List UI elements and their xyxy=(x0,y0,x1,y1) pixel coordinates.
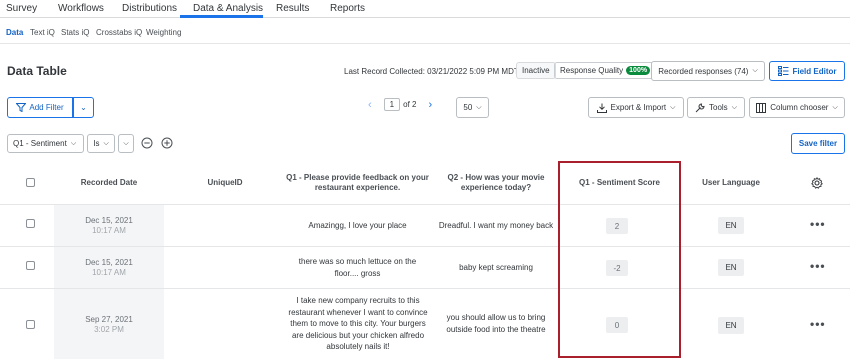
add-condition-icon[interactable] xyxy=(161,137,173,149)
q1-cell: Amazingg, I love your place xyxy=(308,220,407,230)
subtab-weighting[interactable]: Weighting xyxy=(146,28,181,37)
recorded-time: 3:02 PM xyxy=(94,324,124,334)
filter-field-value: Q1 - Sentiment xyxy=(13,139,67,148)
add-filter-dropdown[interactable]: ⌄ xyxy=(73,97,94,118)
recorded-time: 10:17 AM xyxy=(92,268,126,277)
filter-icon xyxy=(16,103,27,112)
recorded-date-cell: Dec 15, 2021 10:17 AM xyxy=(54,205,164,246)
filter-operator-select[interactable]: Is ⌵ xyxy=(87,134,115,153)
columns-icon xyxy=(756,102,767,113)
q1-cell: I take new company recruits to this rest… xyxy=(288,296,428,352)
page-title: Data Table xyxy=(7,64,67,78)
save-filter-button[interactable]: Save filter xyxy=(791,133,845,154)
remove-condition-icon[interactable] xyxy=(141,137,153,149)
status-label: Inactive xyxy=(522,66,550,75)
q2-cell: Dreadful. I want my money back xyxy=(438,220,554,230)
tab-data-analysis[interactable]: Data & Analysis xyxy=(193,3,263,14)
row-checkbox[interactable] xyxy=(26,219,35,228)
row-checkbox[interactable] xyxy=(26,320,35,329)
recorded-date-cell: Sep 27, 2021 3:02 PM xyxy=(54,289,164,359)
chevron-down-icon: ⌵ xyxy=(70,139,77,147)
add-filter-label: Add Filter xyxy=(29,103,64,112)
select-all-checkbox[interactable] xyxy=(26,178,35,187)
chevron-down-icon: ⌵ xyxy=(832,103,838,111)
filter-field-select[interactable]: Q1 - Sentiment ⌵ xyxy=(7,134,84,153)
sentiment-score-column-highlight xyxy=(558,161,681,358)
chevron-down-icon: ⌵ xyxy=(752,67,758,74)
user-language-value: EN xyxy=(718,259,744,276)
recorded-date-cell: Dec 15, 2021 10:17 AM xyxy=(54,247,164,288)
recorded-time: 10:17 AM xyxy=(92,226,126,235)
user-language-value: EN xyxy=(718,317,744,334)
q1-cell: there was so much lettuce on the floor..… xyxy=(298,256,417,278)
per-page-dropdown[interactable]: 50 ⌵ xyxy=(456,97,489,118)
column-header-user-language[interactable]: User Language xyxy=(686,163,776,203)
recorded-responses-dropdown[interactable]: Recorded responses (74) ⌵ xyxy=(651,61,765,81)
save-filter-label: Save filter xyxy=(798,139,838,148)
subtab-text-iq[interactable]: Text iQ xyxy=(30,28,55,37)
page-total-label: of 2 xyxy=(403,100,417,109)
tools-label: Tools xyxy=(709,103,728,112)
column-header-unique-id[interactable]: UniqueID xyxy=(170,163,280,203)
more-options-icon[interactable]: ••• xyxy=(810,217,826,231)
previous-page-icon[interactable]: ‹ xyxy=(368,99,372,111)
wrench-icon xyxy=(695,102,705,112)
add-filter-button[interactable]: Add Filter xyxy=(7,97,73,118)
chevron-down-icon: ⌵ xyxy=(476,103,482,111)
recorded-date: Dec 15, 2021 xyxy=(85,216,133,225)
unique-id-cell xyxy=(170,205,280,246)
top-navigation: Survey Workflows Distributions Data & An… xyxy=(0,0,850,18)
per-page-value: 50 xyxy=(463,103,473,112)
chevron-down-icon: ⌵ xyxy=(103,139,109,147)
field-editor-icon xyxy=(777,66,788,76)
tab-results[interactable]: Results xyxy=(276,3,309,14)
row-checkbox[interactable] xyxy=(26,261,35,270)
subtab-crosstabs-iq[interactable]: Crosstabs iQ xyxy=(96,28,142,37)
column-chooser-label: Column chooser xyxy=(770,103,829,112)
page-number-input[interactable]: 1 xyxy=(383,98,401,111)
field-editor-label: Field Editor xyxy=(792,66,837,76)
response-quality-label: Response Quality xyxy=(560,66,624,75)
response-quality-button[interactable]: Response Quality 100% xyxy=(554,62,657,79)
response-quality-badge: 100% xyxy=(626,66,651,75)
column-header-q1[interactable]: Q1 - Please provide feedback on your res… xyxy=(285,163,430,203)
recorded-responses-label: Recorded responses (74) xyxy=(658,66,749,76)
chevron-down-icon: ⌵ xyxy=(123,139,129,147)
unique-id-cell xyxy=(170,247,280,288)
chevron-down-icon: ⌵ xyxy=(670,103,676,111)
status-badge: Inactive xyxy=(516,62,556,79)
subtab-stats-iq[interactable]: Stats iQ xyxy=(61,28,89,37)
download-icon xyxy=(596,103,607,113)
last-record-collected: Last Record Collected: 03/21/2022 5:09 P… xyxy=(344,67,519,76)
filter-value-select[interactable]: ⌵ xyxy=(118,134,134,153)
recorded-date: Sep 27, 2021 xyxy=(85,314,133,324)
subtab-data[interactable]: Data xyxy=(6,28,23,37)
tab-reports[interactable]: Reports xyxy=(330,3,365,14)
filter-operator-value: Is xyxy=(93,139,100,148)
gear-icon[interactable] xyxy=(811,177,823,189)
pagination: ‹ 1 of 2 › xyxy=(368,98,432,111)
chevron-down-icon: ⌵ xyxy=(731,103,737,111)
recorded-date: Dec 15, 2021 xyxy=(85,258,133,267)
q2-cell: you should allow us to bring outside foo… xyxy=(446,313,546,334)
sub-navigation: Data Text iQ Stats iQ Crosstabs iQ Weigh… xyxy=(0,18,850,44)
tab-workflows[interactable]: Workflows xyxy=(58,3,104,14)
q2-cell: baby kept screaming xyxy=(459,262,533,272)
more-options-icon[interactable]: ••• xyxy=(810,259,826,273)
chevron-down-icon: ⌄ xyxy=(80,103,87,112)
next-page-icon[interactable]: › xyxy=(428,99,432,111)
more-options-icon[interactable]: ••• xyxy=(810,317,826,331)
tab-survey[interactable]: Survey xyxy=(6,3,37,14)
tab-distributions[interactable]: Distributions xyxy=(122,3,177,14)
column-chooser-button[interactable]: Column chooser ⌵ xyxy=(749,97,845,118)
export-import-label: Export & Import xyxy=(610,103,667,112)
column-header-recorded-date[interactable]: Recorded Date xyxy=(54,163,164,203)
tools-button[interactable]: Tools ⌵ xyxy=(687,97,745,118)
unique-id-cell xyxy=(170,289,280,359)
field-editor-button[interactable]: Field Editor xyxy=(769,61,845,81)
user-language-value: EN xyxy=(718,217,744,234)
export-import-button[interactable]: Export & Import ⌵ xyxy=(588,97,684,118)
column-header-q2[interactable]: Q2 - How was your movie experience today… xyxy=(436,163,556,203)
